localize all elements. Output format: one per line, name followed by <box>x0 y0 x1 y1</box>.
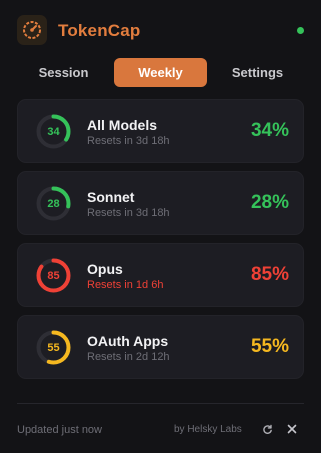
refresh-icon <box>262 424 272 434</box>
usage-ring: 55 <box>35 329 72 366</box>
gauge-icon <box>23 21 41 39</box>
model-name: OAuth Apps <box>87 333 169 349</box>
tab-session[interactable]: Session <box>17 58 110 87</box>
usage-percent: 55% <box>250 336 289 357</box>
tab-weekly[interactable]: Weekly <box>114 58 207 87</box>
reset-time: Resets in 2d 12h <box>87 351 170 363</box>
usage-card-oauth-apps: 55 OAuth Apps Resets in 2d 12h 55% <box>17 315 304 379</box>
model-name: Opus <box>87 261 123 277</box>
usage-ring-label: 85 <box>47 269 60 282</box>
footer-divider <box>17 403 304 404</box>
usage-ring-label: 55 <box>47 341 60 354</box>
status-indicator <box>297 27 304 34</box>
model-name: Sonnet <box>87 189 135 205</box>
header: TokenCap <box>0 0 321 60</box>
tab-bar: Session Weekly Settings <box>17 58 304 87</box>
reset-time: Resets in 3d 18h <box>87 135 170 147</box>
usage-card-opus: 85 Opus Resets in 1d 6h 85% <box>17 243 304 307</box>
close-button[interactable] <box>284 421 300 437</box>
usage-ring: 34 <box>35 113 72 150</box>
usage-card-sonnet: 28 Sonnet Resets in 3d 18h 28% <box>17 171 304 235</box>
reset-time: Resets in 3d 18h <box>87 207 170 219</box>
usage-ring: 28 <box>35 185 72 222</box>
reset-time: Resets in 1d 6h <box>87 279 164 291</box>
usage-percent: 28% <box>250 192 289 213</box>
usage-ring-label: 34 <box>47 125 60 138</box>
app-title: TokenCap <box>58 21 141 40</box>
usage-percent: 34% <box>250 120 289 141</box>
usage-percent: 85% <box>250 264 289 285</box>
tab-settings[interactable]: Settings <box>211 58 304 87</box>
app-logo <box>17 15 47 45</box>
usage-ring-label: 28 <box>47 197 60 210</box>
usage-ring: 85 <box>35 257 72 294</box>
refresh-button[interactable] <box>259 421 275 437</box>
usage-card-all-models: 34 All Models Resets in 3d 18h 34% <box>17 99 304 163</box>
model-name: All Models <box>87 117 158 133</box>
last-updated-text: Updated just now <box>17 424 102 436</box>
tokencap-window: TokenCap Session Weekly Settings 34 All … <box>0 0 321 453</box>
close-icon <box>287 424 297 434</box>
brand-credit: by Helsky Labs <box>174 424 242 435</box>
